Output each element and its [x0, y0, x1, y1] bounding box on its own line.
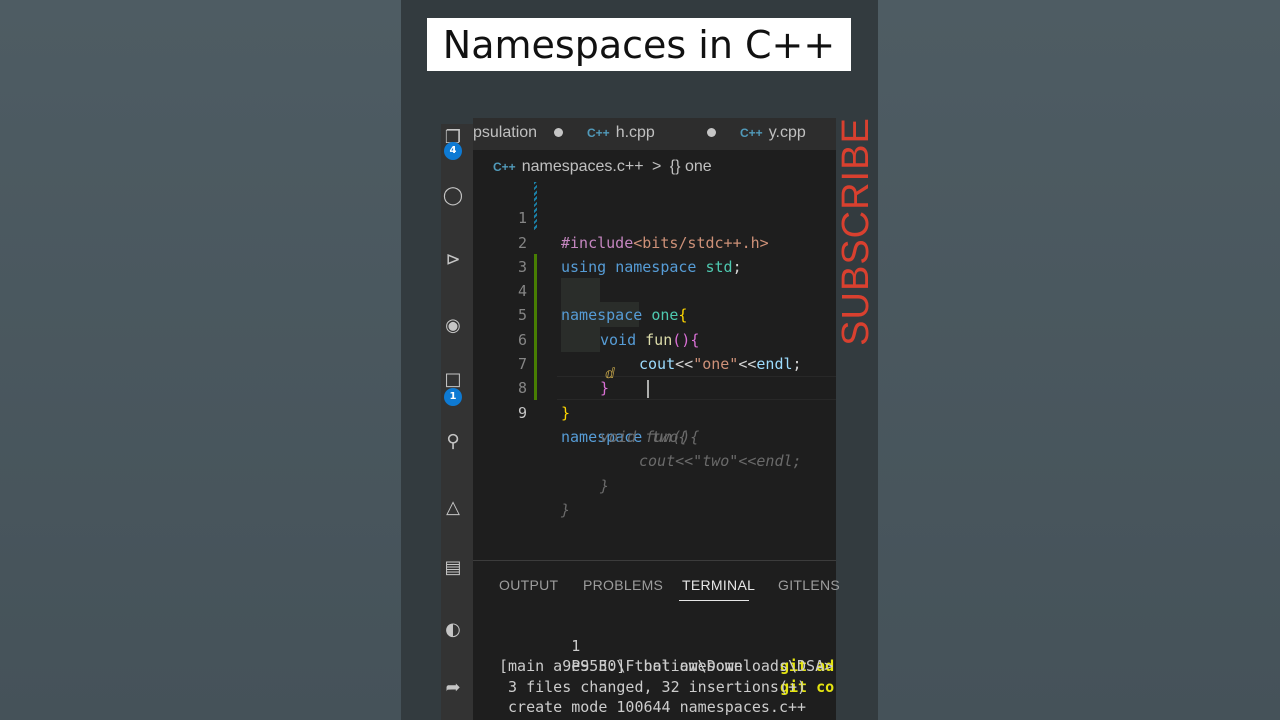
left-background [0, 0, 401, 720]
code-line: 8 } [473, 352, 836, 421]
breadcrumb-symbol[interactable]: one [685, 158, 712, 175]
subscribe-text: SUBSCRIBE [834, 116, 877, 346]
extensions-badge: 1 [444, 388, 462, 406]
code-line: 6 cout<<"one"<<endl; [473, 303, 836, 373]
video-title: Namespaces in C++ [427, 18, 851, 71]
tab-terminal[interactable]: TERMINAL [682, 577, 755, 593]
video-frame: Namespaces in C++ SUBSCRIBE ❐ 4 ◯ ⊳ ◉ □ … [401, 0, 878, 720]
breadcrumb: C++ namespaces.c++ > {} one [493, 158, 712, 180]
tab-h-cpp[interactable]: C++ h.cpp [587, 118, 717, 150]
tab-output[interactable]: OUTPUT [499, 577, 558, 593]
namespace-symbol-icon: {} [669, 158, 681, 175]
breadcrumb-separator: > [652, 158, 662, 175]
activity-bar: ❐ 4 ◯ ⊳ ◉ □ 1 ⚲ △ ▤ ◐ ➦ [441, 124, 473, 720]
text-cursor [647, 380, 649, 398]
mouse-ibeam-icon: ⅆ [605, 366, 615, 382]
gitlens-icon[interactable]: ◐ [441, 618, 465, 642]
remote-icon[interactable]: ⚲ [441, 430, 465, 454]
ghost-line: } [473, 474, 836, 519]
code-line: 9 namespace two{ [473, 376, 836, 446]
terminal-line: create mode 100644 namespaces.c++ [499, 698, 807, 717]
code-lines: 1 #include<bits/stdc++.h> 2 using namesp… [473, 182, 836, 519]
explorer-badge: 4 [444, 142, 462, 160]
tab-label: h.cpp [615, 124, 655, 141]
notebook-icon[interactable]: ▤ [441, 556, 465, 580]
unsaved-dot-icon [707, 128, 717, 137]
code-line: 5 void fun(){ [473, 279, 836, 348]
tab-y-cpp[interactable]: C++ y.cpp [740, 118, 806, 150]
code-line: 3 [473, 231, 836, 276]
code-line: 2 using namespace std; [473, 206, 836, 276]
terminal-line: 3 files changed, 32 insertions(+) [499, 677, 807, 696]
search-icon[interactable]: ◯ [441, 184, 465, 208]
breadcrumb-file[interactable]: namespaces.c++ [522, 158, 644, 175]
tab-gitlens[interactable]: GITLENS [778, 577, 840, 593]
cpp-file-icon: C++ [587, 126, 610, 140]
cpp-file-icon: C++ [740, 126, 763, 140]
ghost-line: void fun(){ [473, 401, 836, 446]
tab-encapsulation[interactable]: psulation [473, 118, 563, 150]
testing-icon[interactable]: △ [441, 496, 465, 520]
source-control-icon[interactable]: ⊳ [441, 248, 465, 272]
run-debug-icon[interactable]: ◉ [441, 314, 465, 338]
terminal-line: 1 git ad [499, 615, 836, 676]
ghost-line: cout<<"two"<<endl; [473, 425, 836, 470]
tab-label: y.cpp [768, 124, 806, 141]
unsaved-dot-icon [553, 128, 563, 137]
cpp-file-icon: C++ [493, 160, 516, 174]
active-tab-indicator [679, 600, 749, 601]
code-editor[interactable]: C++ namespaces.c++ > {} one 1 #include<bi… [473, 150, 836, 560]
tab-label: psulation [473, 124, 538, 141]
code-line: 7 } [473, 328, 836, 397]
terminal-output[interactable]: 1 git ad PS E:\F boliom\Downloads\DSA> g… [499, 615, 836, 718]
live-share-icon[interactable]: ➦ [441, 676, 465, 700]
code-line: 1 #include<bits/stdc++.h> [473, 182, 836, 251]
terminal-line: [main a9e9530] that awesome [499, 657, 743, 676]
editor-tabs: psulation C++ h.cpp C++ y.cpp [473, 118, 836, 150]
terminal-line: PS E:\F boliom\Downloads\DSA> git co [499, 636, 836, 696]
subscribe-label: SUBSCRIBE [835, 117, 877, 346]
ghost-line: } [473, 449, 836, 495]
right-background [878, 0, 1280, 720]
bottom-panel: OUTPUT PROBLEMS TERMINAL GITLENS 1 git a… [473, 560, 840, 720]
code-line: 4 namespace one{ [473, 255, 836, 324]
inline-suggestion: } [561, 500, 571, 519]
tab-problems[interactable]: PROBLEMS [583, 577, 663, 593]
